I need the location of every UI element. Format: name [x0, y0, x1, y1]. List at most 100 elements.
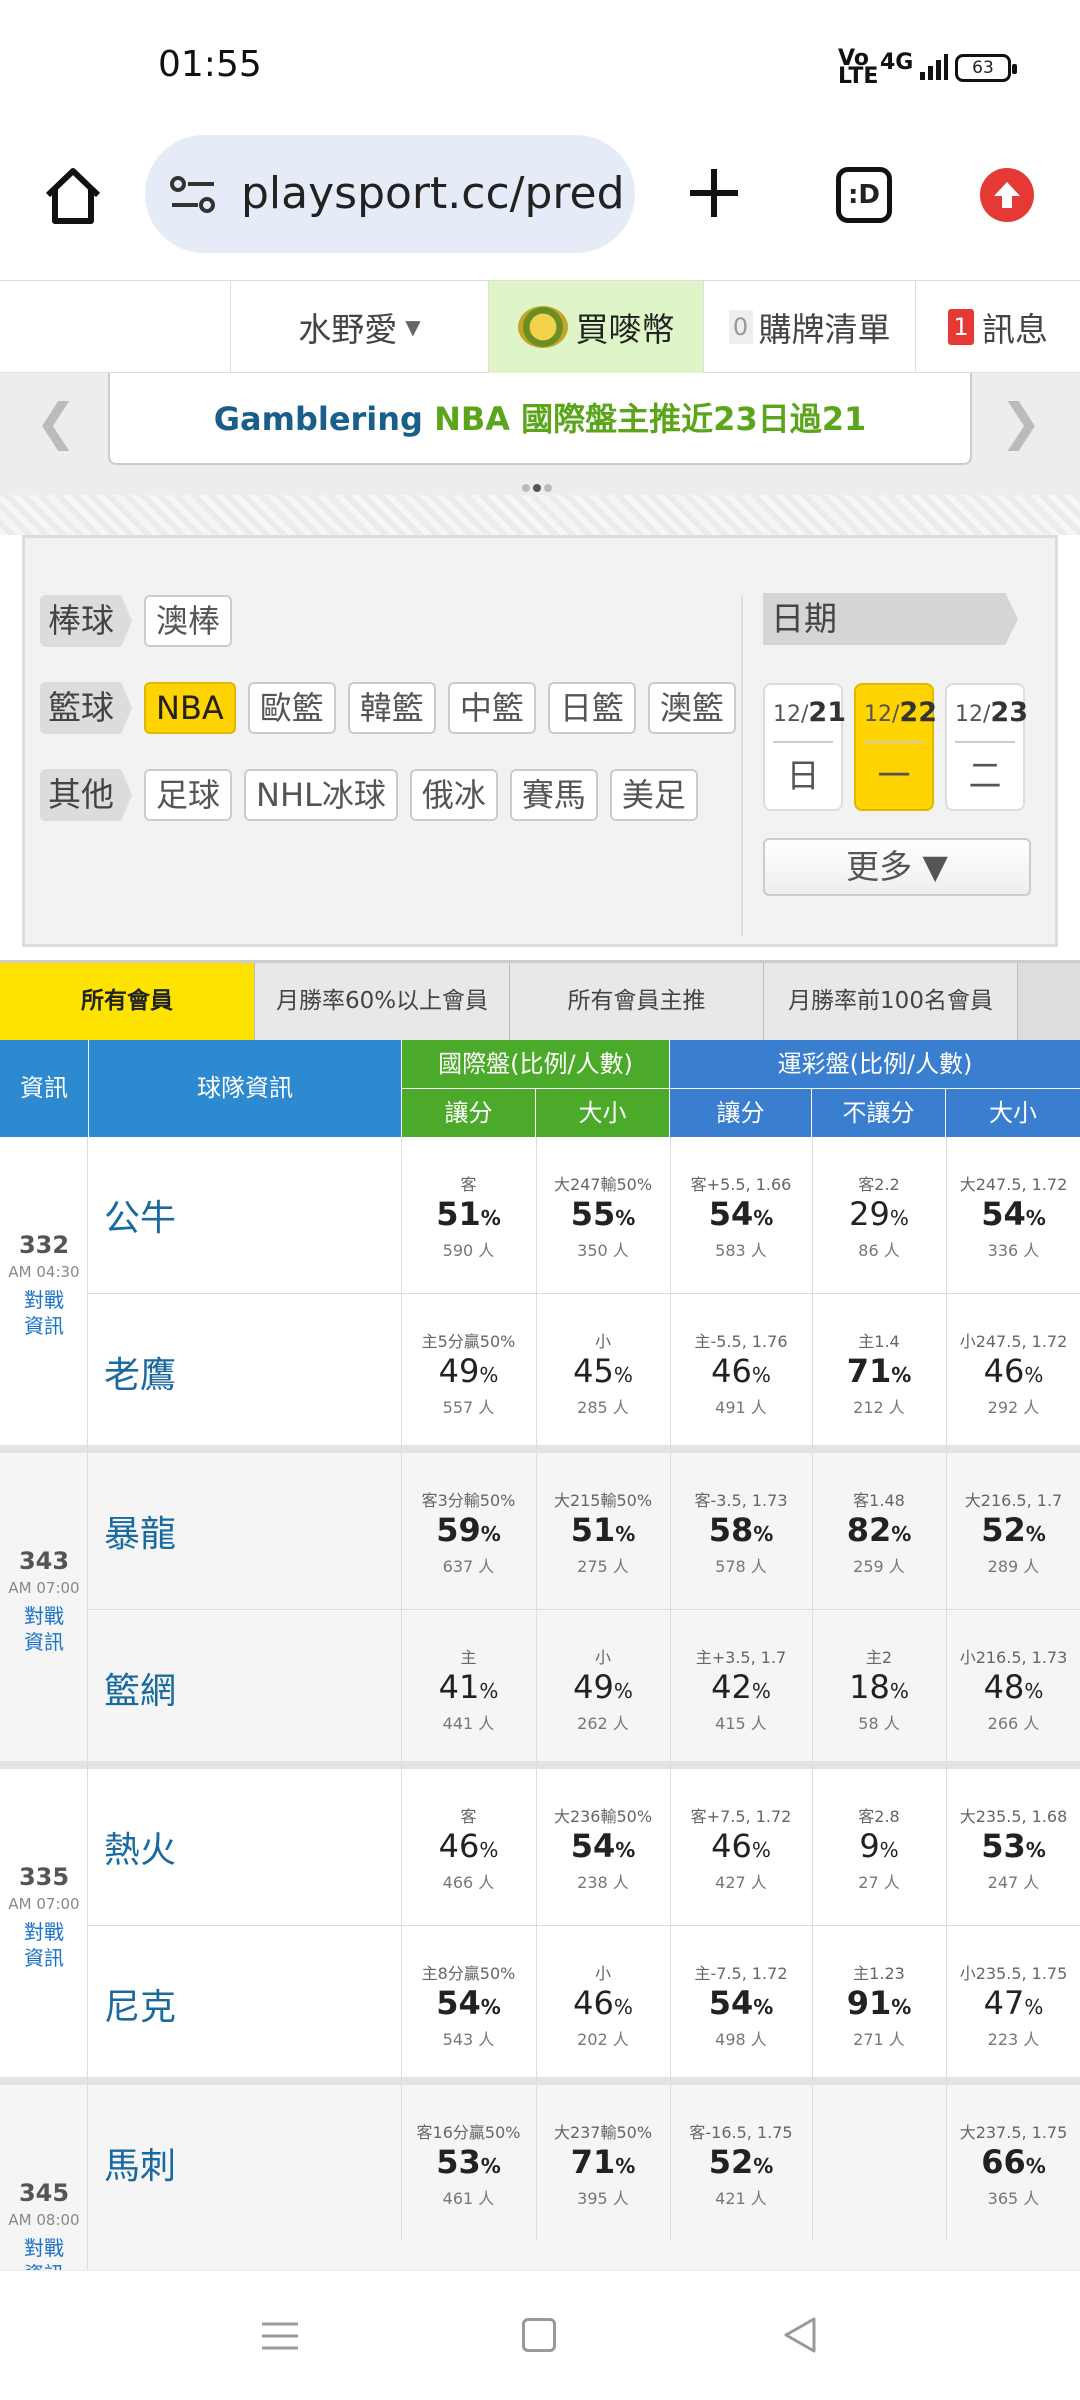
tag-aus-baseball[interactable]: 澳棒: [144, 595, 233, 647]
odds-people: 202 人: [577, 2030, 629, 2049]
team-name[interactable]: 熱火: [104, 1821, 176, 1873]
odds-cell[interactable]: 客 51% 590 人: [401, 1137, 535, 1293]
tag-japan-basketball[interactable]: 日籃: [547, 682, 636, 734]
game-number: 335: [18, 1863, 70, 1891]
odds-cell[interactable]: 客2.2 29% 86 人: [812, 1137, 945, 1293]
odds-cell[interactable]: 主1.4 71% 212 人: [812, 1294, 945, 1450]
date-card-22[interactable]: 12/22 一: [854, 683, 937, 811]
odds-cell[interactable]: 大215輸50% 51% 275 人: [536, 1453, 669, 1609]
odds-label: 大247輸50%: [553, 1175, 653, 1194]
odds-cell[interactable]: 主1.23 91% 271 人: [812, 1926, 945, 2082]
messages-button[interactable]: 1 訊息: [915, 281, 1080, 373]
odds-cell[interactable]: 主-5.5, 1.76 46% 491 人: [670, 1294, 811, 1450]
more-dates-button[interactable]: 更多 ▼: [763, 838, 1031, 896]
odds-cell[interactable]: 客-3.5, 1.73 58% 578 人: [670, 1453, 811, 1609]
tab-all-members[interactable]: 所有會員: [0, 963, 255, 1056]
odds-cell[interactable]: 小 49% 262 人: [536, 1610, 669, 1766]
odds-cell[interactable]: 客16分贏50% 53% 461 人: [401, 2085, 535, 2241]
tag-american-football[interactable]: 美足: [609, 769, 698, 821]
user-menu[interactable]: 水野愛 ▼: [230, 281, 488, 373]
odds-people: 58 人: [858, 1714, 900, 1733]
tag-euro-basketball[interactable]: 歐籃: [247, 682, 336, 734]
tag-russia-hockey[interactable]: 俄冰: [409, 769, 498, 821]
date-card-21[interactable]: 12/21 日: [763, 683, 846, 811]
odds-cell[interactable]: 主-7.5, 1.72 54% 498 人: [670, 1926, 811, 2082]
back-icon[interactable]: [780, 2315, 820, 2355]
game-time: AM 07:00: [8, 1579, 80, 1597]
odds-cell[interactable]: [812, 2085, 945, 2241]
odds-cell[interactable]: 大237輸50% 71% 395 人: [536, 2085, 669, 2241]
tab-top-100-members[interactable]: 月勝率前100名會員: [764, 963, 1018, 1040]
odds-cell[interactable]: 客+7.5, 1.72 46% 427 人: [670, 1769, 811, 1925]
odds-percent: 46%: [983, 1352, 1044, 1390]
home-icon[interactable]: [42, 165, 104, 227]
matchup-info-link[interactable]: 對戰資訊: [0, 2235, 88, 2270]
header-moneyline: 不讓分: [812, 1089, 945, 1137]
odds-cell[interactable]: 客+5.5, 1.66 54% 583 人: [670, 1137, 811, 1293]
tabs-icon[interactable]: :D: [836, 167, 892, 223]
odds-cell[interactable]: 小216.5, 1.73 48% 266 人: [946, 1610, 1080, 1766]
odds-cell[interactable]: 客-16.5, 1.75 52% 421 人: [670, 2085, 811, 2241]
team-name[interactable]: 暴龍: [104, 1505, 176, 1557]
odds-cell[interactable]: 主5分贏50% 49% 557 人: [401, 1294, 535, 1450]
battery-icon: 63: [955, 54, 1017, 82]
team-name[interactable]: 籃網: [104, 1662, 176, 1714]
odds-cell[interactable]: 客 46% 466 人: [401, 1769, 535, 1925]
odds-cell[interactable]: 大237.5, 1.75 66% 365 人: [946, 2085, 1080, 2241]
purchase-list-button[interactable]: 0 購牌清單: [703, 281, 915, 373]
game-row: 335 AM 07:00 對戰 資訊 熱火客 46% 466 人大236輸50% 54% 238…: [0, 1769, 1080, 2085]
odds-cell[interactable]: 大247輸50% 55% 350 人: [536, 1137, 669, 1293]
url-bar[interactable]: playsport.cc/pred: [145, 135, 635, 253]
odds-label: 主+3.5, 1.7: [695, 1648, 787, 1667]
caret-down-icon: ▼: [405, 315, 421, 339]
odds-cell[interactable]: 小 45% 285 人: [536, 1294, 669, 1450]
odds-label: 主1.4: [858, 1332, 900, 1351]
matchup-info-link[interactable]: 對戰資訊: [0, 1287, 88, 1339]
odds-cell[interactable]: 主8分贏50% 54% 543 人: [401, 1926, 535, 2082]
odds-cell[interactable]: 大247.5, 1.72 54% 336 人: [946, 1137, 1080, 1293]
new-tab-icon[interactable]: [686, 165, 742, 221]
matchup-info-link[interactable]: 對戰資訊: [0, 1603, 88, 1655]
odds-cell[interactable]: 小 46% 202 人: [536, 1926, 669, 2082]
team-row: 籃網 主 41% 441 人 小 49% 262 人 主+3.5, 1.7 42% 415 人 主2…: [88, 1609, 1080, 1766]
odds-cell[interactable]: 大216.5, 1.7 52% 289 人: [946, 1453, 1080, 1609]
tag-nhl[interactable]: NHL冰球: [244, 769, 398, 821]
site-settings-icon[interactable]: [170, 175, 216, 215]
matchup-info-link[interactable]: 對戰資訊: [0, 1919, 88, 1971]
odds-cell[interactable]: 客1.48 82% 259 人: [812, 1453, 945, 1609]
tag-nba[interactable]: NBA: [144, 682, 236, 734]
team-name[interactable]: 公牛: [104, 1189, 176, 1241]
team-name[interactable]: 老鷹: [104, 1346, 176, 1398]
odds-cell[interactable]: 大236輸50% 54% 238 人: [536, 1769, 669, 1925]
buy-coins-button[interactable]: 買嘜幣: [488, 281, 703, 373]
banner-headline[interactable]: Gamblering NBA 國際盤主推近23日過21: [108, 373, 972, 465]
odds-percent: 52%: [981, 1511, 1046, 1549]
odds-cell[interactable]: 主+3.5, 1.7 42% 415 人: [670, 1610, 811, 1766]
update-icon[interactable]: [980, 168, 1034, 222]
tag-china-basketball[interactable]: 中籃: [447, 682, 536, 734]
square-home-icon[interactable]: [522, 2318, 556, 2352]
team-name[interactable]: 尼克: [104, 1978, 176, 2030]
tag-horse-racing[interactable]: 賽馬: [509, 769, 598, 821]
odds-cell[interactable]: 客2.8 9% 27 人: [812, 1769, 945, 1925]
odds-cell[interactable]: 客3分輸50% 59% 637 人: [401, 1453, 535, 1609]
odds-cell[interactable]: 大235.5, 1.68 53% 247 人: [946, 1769, 1080, 1925]
date-card-23[interactable]: 12/23 二: [945, 683, 1028, 811]
volte-icon: Vo LTE: [838, 46, 879, 89]
header-sports-lottery: 運彩盤(比例/人數): [670, 1040, 1080, 1088]
odds-cell[interactable]: 主2 18% 58 人: [812, 1610, 945, 1766]
odds-cell[interactable]: 主 41% 441 人: [401, 1610, 535, 1766]
tag-korea-basketball[interactable]: 韓籃: [347, 682, 436, 734]
odds-label: 大236輸50%: [553, 1807, 653, 1826]
tab-60-percent-members[interactable]: 月勝率60%以上會員: [255, 963, 510, 1040]
odds-label: 大237.5, 1.75: [959, 2123, 1068, 2142]
chevron-right-icon[interactable]: ❯: [1000, 393, 1042, 451]
odds-cell[interactable]: 小247.5, 1.72 46% 292 人: [946, 1294, 1080, 1450]
chevron-left-icon[interactable]: ❮: [35, 393, 77, 451]
odds-cell[interactable]: 小235.5, 1.75 47% 223 人: [946, 1926, 1080, 2082]
tab-member-picks[interactable]: 所有會員主推: [510, 963, 764, 1040]
tag-aus-basketball[interactable]: 澳籃: [647, 682, 736, 734]
menu-icon[interactable]: [260, 2316, 300, 2356]
tag-soccer[interactable]: 足球: [144, 769, 233, 821]
team-name[interactable]: 馬刺: [104, 2137, 176, 2189]
